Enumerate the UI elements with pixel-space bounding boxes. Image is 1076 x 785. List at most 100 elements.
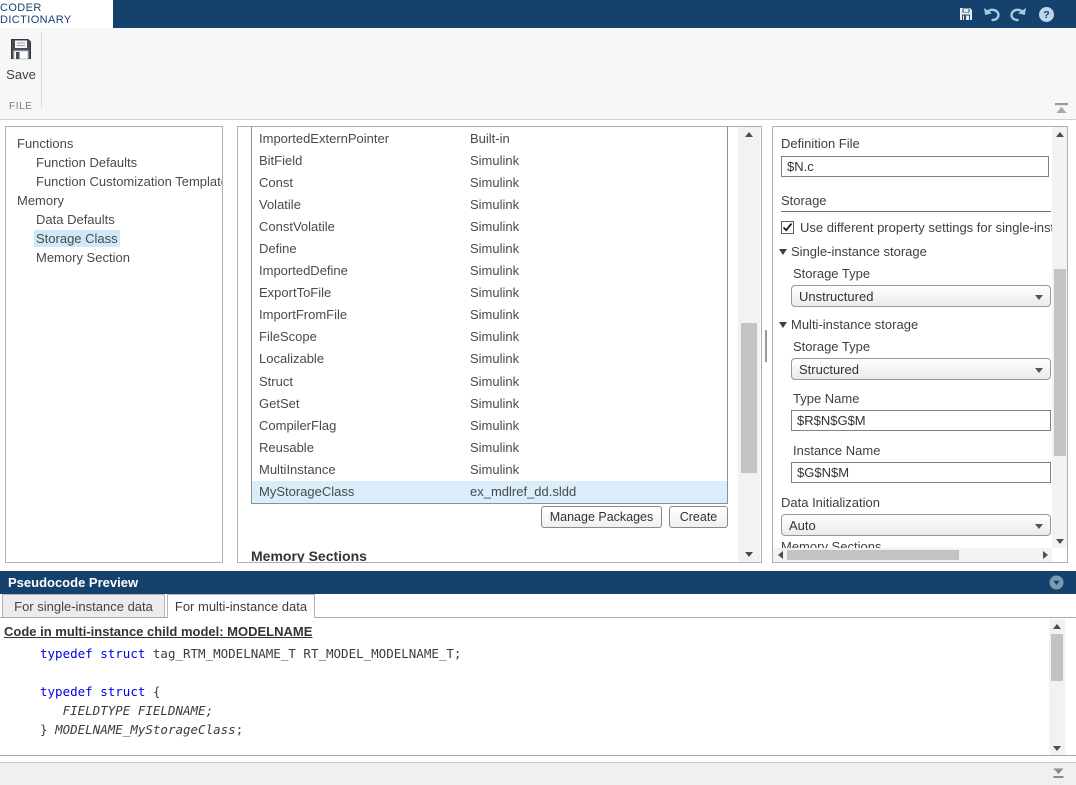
tree-item-function-defaults[interactable]: Function Defaults	[6, 153, 222, 172]
single-instance-storage-label: Single-instance storage	[791, 244, 927, 259]
tab-multi-instance-data[interactable]: For multi-instance data	[167, 594, 315, 618]
panel-splitter[interactable]	[765, 330, 767, 362]
storage-class-row-mystorageclass[interactable]: MyStorageClassex_mdlref_dd.sldd	[252, 481, 727, 503]
storage-class-source-cell: Simulink	[470, 462, 727, 477]
collapse-panel-icon[interactable]	[1049, 575, 1064, 590]
tree-item-memory[interactable]: Memory	[6, 191, 222, 210]
pseudocode-vscrollbar[interactable]	[1049, 619, 1065, 755]
storage-class-row-localizable[interactable]: LocalizableSimulink	[252, 348, 727, 370]
memory-sections-heading: Memory Sections	[251, 548, 367, 563]
storage-class-row-importfromfile[interactable]: ImportFromFileSimulink	[252, 304, 727, 326]
dictionary-tree-panel: FunctionsFunction DefaultsFunction Custo…	[5, 126, 223, 563]
property-panel-hscrollbar[interactable]	[773, 548, 1052, 562]
multi-storage-type-value: Structured	[799, 362, 859, 377]
tab-coder-dictionary[interactable]: CODER DICTIONARY	[0, 0, 113, 28]
dictionary-tree: FunctionsFunction DefaultsFunction Custo…	[6, 134, 222, 267]
single-multi-checkbox[interactable]	[781, 221, 794, 234]
redo-icon[interactable]	[1008, 5, 1028, 23]
scroll-up-icon[interactable]	[1052, 127, 1068, 141]
scroll-down-icon[interactable]	[1049, 741, 1065, 755]
storage-class-name-cell: ImportedExternPointer	[252, 131, 470, 146]
type-name-input[interactable]	[791, 410, 1051, 431]
single-storage-type-label: Storage Type	[793, 266, 870, 281]
manage-packages-button[interactable]: Manage Packages	[541, 506, 662, 528]
tree-item-function-customization-template[interactable]: Function Customization Template	[6, 172, 222, 191]
storage-class-row-compilerflag[interactable]: CompilerFlagSimulink	[252, 414, 727, 436]
scroll-right-icon[interactable]	[1038, 548, 1052, 562]
tab-multi-instance-label: For multi-instance data	[175, 599, 307, 614]
storage-class-row-filescope[interactable]: FileScopeSimulink	[252, 326, 727, 348]
scrollbar-thumb[interactable]	[1051, 634, 1063, 681]
code-line: FIELDTYPE FIELDNAME;	[40, 703, 461, 722]
storage-panel-vscrollbar[interactable]	[738, 127, 760, 562]
scroll-down-icon[interactable]	[738, 547, 760, 562]
help-icon[interactable]: ?	[1036, 5, 1056, 23]
tree-item-functions[interactable]: Functions	[6, 134, 222, 153]
undo-arrow-icon	[983, 7, 1001, 22]
collapse-up-icon	[1053, 102, 1070, 115]
toolbar-separator	[41, 32, 42, 108]
storage-class-row-exporttofile[interactable]: ExportToFileSimulink	[252, 282, 727, 304]
definition-file-input[interactable]	[781, 156, 1049, 177]
single-storage-type-dropdown[interactable]: Unstructured	[791, 285, 1051, 307]
storage-class-row-struct[interactable]: StructSimulink	[252, 370, 727, 392]
storage-class-row-multiinstance[interactable]: MultiInstanceSimulink	[252, 458, 727, 480]
property-panel-vscrollbar[interactable]	[1052, 127, 1068, 548]
storage-class-row-bitfield[interactable]: BitFieldSimulink	[252, 149, 727, 171]
create-button[interactable]: Create	[669, 506, 728, 528]
storage-class-name-cell: MyStorageClass	[252, 484, 470, 499]
storage-class-source-cell: Simulink	[470, 241, 727, 256]
storage-class-source-cell: Simulink	[470, 374, 727, 389]
dropdown-arrow-icon	[1035, 524, 1043, 529]
collapse-toolstrip-icon[interactable]	[1053, 102, 1071, 116]
storage-class-row-importedexternpointer[interactable]: ImportedExternPointerBuilt-in	[252, 127, 727, 149]
instance-name-input[interactable]	[791, 462, 1051, 483]
code-line: typedef struct tag_RTM_MODELNAME_T RT_MO…	[40, 646, 461, 665]
save-button-label: Save	[6, 67, 36, 82]
storage-class-row-getset[interactable]: GetSetSimulink	[252, 392, 727, 414]
tree-item-label: Memory Section	[34, 249, 132, 266]
single-instance-storage-expander[interactable]: Single-instance storage	[779, 244, 927, 259]
multi-instance-storage-label: Multi-instance storage	[791, 317, 918, 332]
storage-class-row-importeddefine[interactable]: ImportedDefineSimulink	[252, 260, 727, 282]
code-line	[40, 741, 461, 756]
storage-class-row-const[interactable]: ConstSimulink	[252, 171, 727, 193]
storage-class-source-cell: Simulink	[470, 219, 727, 234]
scroll-up-icon[interactable]	[738, 127, 760, 142]
scroll-left-icon[interactable]	[773, 548, 787, 562]
multi-storage-type-dropdown[interactable]: Structured	[791, 358, 1051, 380]
storage-class-name-cell: GetSet	[252, 396, 470, 411]
tree-item-data-defaults[interactable]: Data Defaults	[6, 210, 222, 229]
storage-class-name-cell: ImportFromFile	[252, 307, 470, 322]
undo-icon[interactable]	[982, 5, 1002, 23]
scroll-up-icon[interactable]	[1049, 619, 1065, 633]
storage-class-row-constvolatile[interactable]: ConstVolatileSimulink	[252, 215, 727, 237]
tree-item-label: Storage Class	[34, 230, 120, 247]
save-button[interactable]: Save	[2, 36, 40, 94]
scrollbar-thumb[interactable]	[1054, 269, 1066, 456]
save-icon	[958, 6, 974, 22]
tab-single-instance-data[interactable]: For single-instance data	[2, 594, 165, 617]
scroll-down-icon[interactable]	[1052, 534, 1068, 548]
minimize-panel-icon[interactable]	[1051, 767, 1066, 781]
scrollbar-thumb[interactable]	[741, 323, 757, 473]
storage-class-source-cell: Simulink	[470, 263, 727, 278]
tree-item-storage-class[interactable]: Storage Class	[6, 229, 222, 248]
tab-single-instance-label: For single-instance data	[14, 599, 153, 614]
tab-coder-dictionary-label: CODER DICTIONARY	[0, 2, 113, 26]
chevron-down-line-icon	[1051, 767, 1066, 780]
scrollbar-thumb[interactable]	[787, 550, 959, 560]
storage-class-name-cell: Reusable	[252, 440, 470, 455]
storage-class-table: ImportedExternPointerBuilt-inBitFieldSim…	[251, 127, 728, 504]
storage-class-panel: ImportedExternPointerBuilt-inBitFieldSim…	[237, 126, 762, 563]
code-line: } MODELNAME_MyStorageClass;	[40, 722, 461, 741]
single-storage-type-value: Unstructured	[799, 289, 873, 304]
data-initialization-dropdown[interactable]: Auto	[781, 514, 1051, 536]
storage-class-row-define[interactable]: DefineSimulink	[252, 237, 727, 259]
tree-item-memory-section[interactable]: Memory Section	[6, 248, 222, 267]
storage-class-row-reusable[interactable]: ReusableSimulink	[252, 436, 727, 458]
storage-class-row-volatile[interactable]: VolatileSimulink	[252, 193, 727, 215]
coder-dictionary-window: CODER DICTIONARY	[0, 0, 1076, 785]
multi-instance-storage-expander[interactable]: Multi-instance storage	[779, 317, 918, 332]
quick-save-icon[interactable]	[956, 5, 976, 23]
